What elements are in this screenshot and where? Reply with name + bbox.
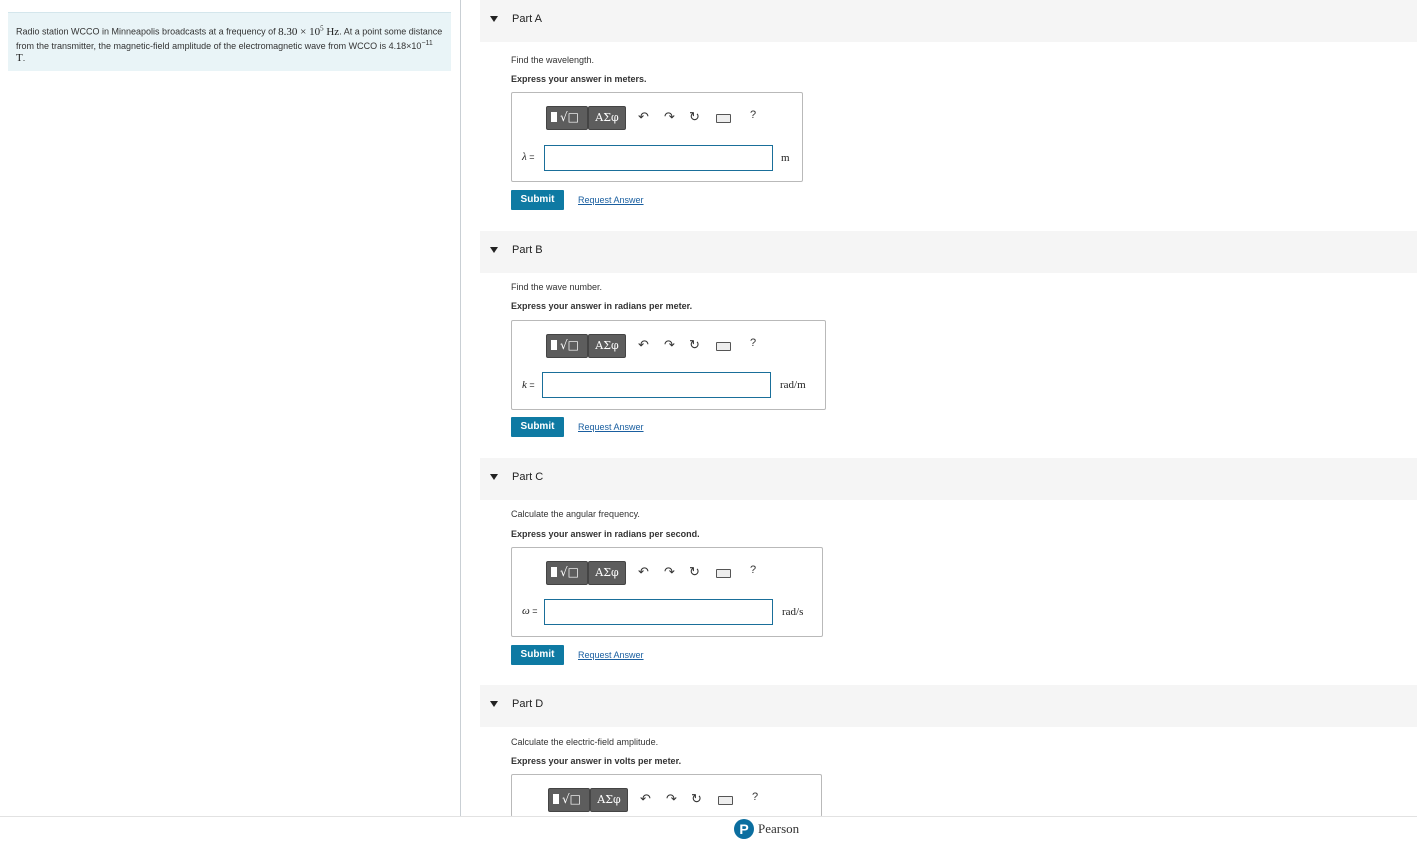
- variable-label: ω =: [522, 605, 538, 617]
- collapse-triangle-icon[interactable]: [490, 701, 498, 707]
- greek-letters-icon[interactable]: ΑΣφ: [588, 334, 626, 358]
- problem-text: Radio station WCCO in Minneapolis broadc…: [16, 26, 279, 37]
- variable-label: λ =: [522, 151, 535, 163]
- part-d-prompt: Calculate the electric-field amplitude.: [511, 737, 659, 747]
- collapse-triangle-icon[interactable]: [490, 474, 498, 480]
- unit-label: rad/m: [780, 379, 806, 391]
- collapse-triangle-icon[interactable]: [490, 247, 498, 253]
- keyboard-icon[interactable]: [716, 569, 731, 578]
- help-icon[interactable]: ?: [752, 791, 758, 803]
- request-answer-link[interactable]: Request Answer: [578, 422, 644, 432]
- part-a-label: Part A: [512, 13, 542, 25]
- request-answer-link[interactable]: Request Answer: [578, 195, 644, 205]
- greek-letters-icon[interactable]: ΑΣφ: [588, 561, 626, 585]
- part-a-prompt: Find the wavelength.: [511, 55, 595, 65]
- part-d-label: Part D: [512, 698, 544, 710]
- answer-input[interactable]: [542, 372, 771, 398]
- collapse-triangle-icon[interactable]: [490, 16, 498, 22]
- submit-button[interactable]: Submit: [511, 645, 564, 665]
- undo-icon[interactable]: ↶: [638, 337, 649, 353]
- problem-statement: Radio station WCCO in Minneapolis broadc…: [8, 12, 451, 71]
- templates-icon[interactable]: √□: [546, 561, 588, 585]
- footer-divider: [0, 816, 1417, 817]
- part-d-instruction: Express your answer in volts per meter.: [511, 756, 682, 766]
- problem-panel: Radio station WCCO in Minneapolis broadc…: [0, 0, 461, 816]
- part-a-answer-box: √□ ΑΣφ ↶ ↷ ↻ ? λ = m: [511, 92, 803, 182]
- templates-icon[interactable]: √□: [548, 788, 590, 812]
- submit-button[interactable]: Submit: [511, 417, 564, 437]
- help-icon[interactable]: ?: [750, 337, 756, 349]
- pearson-brand: Pearson: [758, 821, 800, 836]
- templates-icon[interactable]: √□: [546, 106, 588, 130]
- variable-label: k =: [522, 379, 535, 391]
- unit-label: m: [781, 152, 790, 164]
- field-unit: T: [16, 51, 23, 64]
- request-answer-link[interactable]: Request Answer: [578, 650, 644, 660]
- help-icon[interactable]: ?: [750, 109, 756, 121]
- reset-icon[interactable]: ↻: [689, 109, 700, 125]
- part-c-answer-box: √□ ΑΣφ ↶ ↷ ↻ ? ω = rad/s: [511, 547, 823, 637]
- undo-icon[interactable]: ↶: [638, 564, 649, 580]
- keyboard-icon[interactable]: [716, 342, 731, 351]
- redo-icon[interactable]: ↷: [664, 109, 675, 125]
- part-b-instruction: Express your answer in radians per meter…: [511, 301, 693, 311]
- templates-icon[interactable]: √□: [546, 334, 588, 358]
- part-b-answer-box: √□ ΑΣφ ↶ ↷ ↻ ? k = rad/m: [511, 320, 826, 410]
- part-c-instruction: Express your answer in radians per secon…: [511, 529, 700, 539]
- keyboard-icon[interactable]: [716, 114, 731, 123]
- undo-icon[interactable]: ↶: [640, 791, 651, 807]
- reset-icon[interactable]: ↻: [689, 564, 700, 580]
- answer-input[interactable]: [544, 145, 773, 171]
- part-c-label: Part C: [512, 471, 544, 483]
- part-b-header[interactable]: Part B: [480, 231, 1417, 273]
- submit-button[interactable]: Submit: [511, 190, 564, 210]
- parts-panel: Part A Find the wavelength. Express your…: [480, 0, 1417, 817]
- pearson-icon: P: [734, 819, 754, 839]
- help-icon[interactable]: ?: [750, 564, 756, 576]
- reset-icon[interactable]: ↻: [691, 791, 702, 807]
- answer-input[interactable]: [544, 599, 773, 625]
- undo-icon[interactable]: ↶: [638, 109, 649, 125]
- frequency-value: 8.30 × 105 Hz: [278, 24, 340, 38]
- unit-label: rad/s: [782, 606, 804, 618]
- greek-letters-icon[interactable]: ΑΣφ: [588, 106, 626, 130]
- field-exponent: −11: [421, 39, 433, 47]
- redo-icon[interactable]: ↷: [664, 337, 675, 353]
- redo-icon[interactable]: ↷: [664, 564, 675, 580]
- greek-letters-icon[interactable]: ΑΣφ: [590, 788, 628, 812]
- part-d-answer-box: √□ ΑΣφ ↶ ↷ ↻ ?: [511, 774, 822, 817]
- part-b-prompt: Find the wave number.: [511, 282, 603, 292]
- part-d-header[interactable]: Part D: [480, 685, 1417, 727]
- redo-icon[interactable]: ↷: [666, 791, 677, 807]
- keyboard-icon[interactable]: [718, 796, 733, 805]
- part-a-header[interactable]: Part A: [480, 0, 1417, 42]
- reset-icon[interactable]: ↻: [689, 337, 700, 353]
- part-c-header[interactable]: Part C: [480, 458, 1417, 500]
- part-c-prompt: Calculate the angular frequency.: [511, 509, 640, 519]
- part-a-instruction: Express your answer in meters.: [511, 74, 647, 84]
- part-b-label: Part B: [512, 244, 543, 256]
